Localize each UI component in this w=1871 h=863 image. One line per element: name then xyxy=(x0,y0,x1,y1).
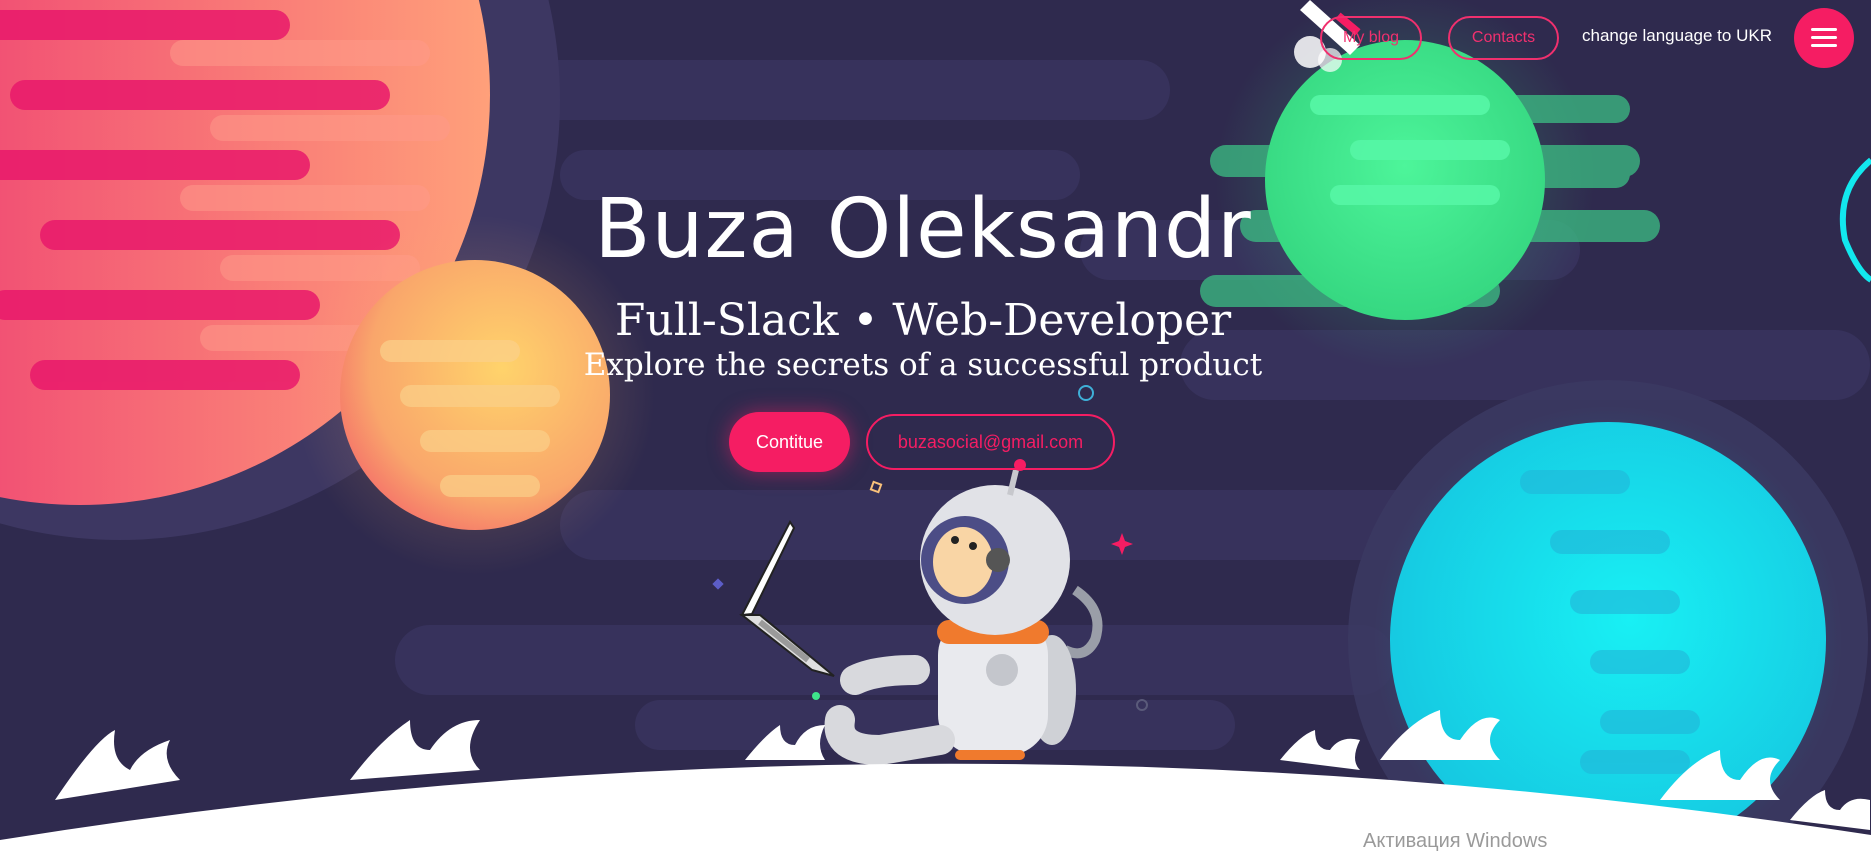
hero-title: Buza Oleksandr xyxy=(594,182,1252,277)
email-contact-button[interactable]: buzasocial@gmail.com xyxy=(866,414,1115,470)
hamburger-menu-icon xyxy=(1811,28,1837,31)
hamburger-menu-icon-line xyxy=(1811,44,1837,47)
windows-activation-watermark: Активация Windows xyxy=(1363,830,1548,852)
hamburger-menu-icon-line xyxy=(1811,36,1837,39)
change-language-link[interactable]: change language to UKR xyxy=(1582,26,1772,46)
continue-button[interactable]: Contitue xyxy=(729,412,850,472)
edge-ring xyxy=(1839,157,1871,283)
hero-role: Full-Slack • Web-Developer xyxy=(614,295,1232,346)
hero-tagline: Explore the secrets of a successful prod… xyxy=(583,347,1263,383)
nav-contacts-button[interactable]: Contacts xyxy=(1448,16,1559,60)
hamburger-menu-button[interactable] xyxy=(1794,8,1854,68)
nav-my-blog-button[interactable]: My blog xyxy=(1320,16,1422,60)
